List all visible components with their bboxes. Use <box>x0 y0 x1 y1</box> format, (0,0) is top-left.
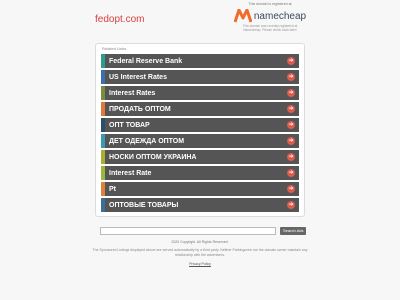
link-color-stripe <box>101 150 105 164</box>
related-link-label: Federal Reserve Bank <box>109 57 183 65</box>
link-color-stripe <box>101 102 105 116</box>
domain-name: fedopt.com <box>95 14 145 25</box>
arrow-right-icon: ➔ <box>287 153 295 161</box>
registered-at-text: This domain is registered at <box>248 2 292 6</box>
arrow-right-icon: ➔ <box>287 169 295 177</box>
related-link[interactable]: ПРОДАТЬ ОПТОМ ➔ <box>101 102 299 116</box>
related-link-label: ОПТОВЫЕ ТОВАРЫ <box>109 201 179 209</box>
related-link[interactable]: НОСКИ ОПТОМ УКРАИНА ➔ <box>101 150 299 164</box>
related-link-label: ДЕТ ОДЕЖДА ОПТОМ <box>109 137 185 145</box>
search-input[interactable] <box>100 227 276 235</box>
related-link-label: ОПТ ТОВАР <box>109 121 150 129</box>
related-link[interactable]: ОПТ ТОВАР ➔ <box>101 118 299 132</box>
related-link[interactable]: Interest Rate ➔ <box>101 166 299 180</box>
arrow-right-icon: ➔ <box>287 121 295 129</box>
registrar-box: This domain is registered at namecheap T… <box>232 2 308 32</box>
link-color-stripe <box>101 118 105 132</box>
arrow-right-icon: ➔ <box>287 105 295 113</box>
namecheap-n-icon <box>233 9 252 23</box>
arrow-right-icon: ➔ <box>287 201 295 209</box>
arrow-right-icon: ➔ <box>287 137 295 145</box>
related-links-title: Related Links <box>102 46 127 51</box>
link-color-stripe <box>101 134 105 148</box>
link-color-stripe <box>101 198 105 212</box>
related-link-label: US Interest Rates <box>109 73 167 81</box>
link-color-stripe <box>101 70 105 84</box>
registrar-note-2: Namecheap. Please check back later! <box>243 28 297 32</box>
disclaimer: The Sponsored Listings displayed above a… <box>70 248 330 258</box>
related-link-label: НОСКИ ОПТОМ УКРАИНА <box>109 153 197 161</box>
related-link[interactable]: ДЕТ ОДЕЖДА ОПТОМ ➔ <box>101 134 299 148</box>
related-links-list: Federal Reserve Bank ➔ US Interest Rates ➔ I… <box>101 54 299 214</box>
arrow-right-icon: ➔ <box>287 185 295 193</box>
link-color-stripe <box>101 86 105 100</box>
related-link-label: Interest Rate <box>109 169 152 177</box>
arrow-right-icon: ➔ <box>287 73 295 81</box>
related-link[interactable]: US Interest Rates ➔ <box>101 70 299 84</box>
arrow-right-icon: ➔ <box>287 57 295 65</box>
related-link-label: Interest Rates <box>109 89 156 97</box>
privacy-policy-link[interactable]: Privacy Policy <box>100 262 300 266</box>
related-link-label: ПРОДАТЬ ОПТОМ <box>109 105 171 113</box>
namecheap-wordmark: namecheap <box>253 10 307 22</box>
disclaimer-line-2: relationship with the advertisers. <box>175 253 225 257</box>
link-color-stripe <box>101 166 105 180</box>
related-links-panel: Related Links Federal Reserve Bank ➔ US In… <box>95 43 305 217</box>
namecheap-logo[interactable]: namecheap <box>232 8 308 24</box>
search-button[interactable]: Search Ads <box>280 227 307 235</box>
related-link[interactable]: Pt ➔ <box>101 182 299 196</box>
arrow-right-icon: ➔ <box>287 89 295 97</box>
related-link[interactable]: Interest Rates ➔ <box>101 86 299 100</box>
related-link[interactable]: Federal Reserve Bank ➔ <box>101 54 299 68</box>
link-color-stripe <box>101 54 105 68</box>
related-link-label: Pt <box>109 185 116 193</box>
search-bar: Search Ads <box>100 227 307 235</box>
copyright-text: 2020 Copyright. All Rights Reserved. <box>171 240 229 244</box>
related-link[interactable]: ОПТОВЫЕ ТОВАРЫ ➔ <box>101 198 299 212</box>
link-color-stripe <box>101 182 105 196</box>
